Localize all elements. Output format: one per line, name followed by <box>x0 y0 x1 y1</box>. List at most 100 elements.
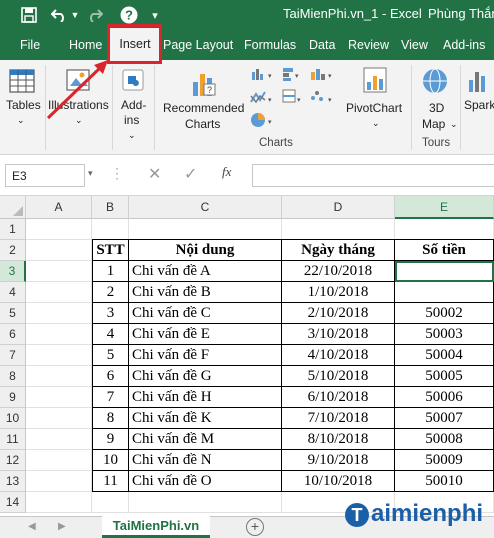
tab-file[interactable]: File <box>20 38 40 52</box>
tables-button[interactable]: Tables ⌄ <box>0 60 44 155</box>
redo-icon[interactable] <box>86 0 104 30</box>
tab-view[interactable]: View <box>401 38 428 52</box>
select-all-corner[interactable] <box>0 196 26 219</box>
table-row[interactable]: Chi vấn đề O <box>129 471 282 492</box>
table-row[interactable]: 4/10/2018 <box>282 345 395 366</box>
enter-icon[interactable]: ✓ <box>184 164 197 184</box>
undo-dropdown-icon[interactable]: ▼ <box>70 0 80 30</box>
sheet-tab-active[interactable]: TaiMienPhi.vn <box>102 516 210 538</box>
table-row[interactable]: 50006 <box>395 387 494 408</box>
table-row[interactable]: 1 <box>92 261 129 282</box>
table-row[interactable] <box>395 282 494 303</box>
row-header[interactable]: 7 <box>0 345 26 366</box>
table-row[interactable]: 9/10/2018 <box>282 450 395 471</box>
table-row[interactable]: 10/10/2018 <box>282 471 395 492</box>
table-row[interactable]: 3/10/2018 <box>282 324 395 345</box>
table-row[interactable]: 8 <box>92 408 129 429</box>
column-header-b[interactable]: B <box>92 196 129 219</box>
table-row[interactable]: 50009 <box>395 450 494 471</box>
column-header-c[interactable]: C <box>129 196 282 219</box>
user-name[interactable]: Phùng Thắn <box>428 6 494 21</box>
charts-icon-grid[interactable]: ▾ ▾ ▾ ▾ ▾ ▾ ▾ <box>249 66 339 134</box>
cell[interactable] <box>26 282 92 303</box>
table-row[interactable]: 4 <box>92 324 129 345</box>
table-row[interactable]: 7 <box>92 387 129 408</box>
cell[interactable] <box>26 408 92 429</box>
tab-review[interactable]: Review <box>348 38 389 52</box>
table-row[interactable]: 50005 <box>395 366 494 387</box>
row-header-active[interactable]: 3 <box>0 261 26 282</box>
row-header[interactable]: 11 <box>0 429 26 450</box>
selected-cell-e3[interactable] <box>395 261 494 282</box>
table-row[interactable]: 50008 <box>395 429 494 450</box>
table-header-ngay-thang[interactable]: Ngày tháng <box>282 239 395 261</box>
save-icon[interactable] <box>18 0 40 30</box>
cell[interactable] <box>26 324 92 345</box>
name-box-dropdown-icon[interactable]: ▾ <box>88 168 93 179</box>
table-row[interactable]: 50002 <box>395 303 494 324</box>
tab-home[interactable]: Home <box>69 38 102 52</box>
table-row[interactable]: Chi vấn đề C <box>129 303 282 324</box>
table-row[interactable]: 5/10/2018 <box>282 366 395 387</box>
formula-input[interactable] <box>252 164 494 187</box>
insert-function-icon[interactable]: fx <box>222 164 231 180</box>
table-header-stt[interactable]: STT <box>92 239 129 261</box>
tab-add-ins[interactable]: Add-ins <box>443 38 485 52</box>
column-header-e[interactable]: E <box>395 196 494 219</box>
table-row[interactable]: 50010 <box>395 471 494 492</box>
cell[interactable] <box>282 219 395 240</box>
name-box[interactable]: E3 <box>5 164 85 187</box>
tab-data[interactable]: Data <box>309 38 335 52</box>
add-sheet-icon[interactable]: + <box>246 518 264 536</box>
table-row[interactable]: Chi vấn đề E <box>129 324 282 345</box>
row-header[interactable]: 13 <box>0 471 26 492</box>
table-row[interactable]: 8/10/2018 <box>282 429 395 450</box>
table-row[interactable]: Chi vấn đề G <box>129 366 282 387</box>
table-row[interactable]: 7/10/2018 <box>282 408 395 429</box>
row-header[interactable]: 1 <box>0 219 26 240</box>
cell[interactable] <box>26 429 92 450</box>
table-row[interactable]: 2/10/2018 <box>282 303 395 324</box>
row-header[interactable]: 9 <box>0 387 26 408</box>
row-header[interactable]: 4 <box>0 282 26 303</box>
table-row[interactable]: 50004 <box>395 345 494 366</box>
undo-icon[interactable] <box>50 0 68 30</box>
row-header[interactable]: 5 <box>0 303 26 324</box>
table-row[interactable]: Chi vấn đề B <box>129 282 282 303</box>
cell[interactable] <box>26 471 92 492</box>
table-row[interactable]: Chi vấn đề M <box>129 429 282 450</box>
cell[interactable] <box>92 492 129 513</box>
table-row[interactable]: 22/10/2018 <box>282 261 395 282</box>
cell[interactable] <box>26 345 92 366</box>
cell[interactable] <box>26 303 92 324</box>
table-row[interactable]: 50003 <box>395 324 494 345</box>
cell[interactable] <box>26 219 92 240</box>
cell[interactable] <box>26 240 92 261</box>
cell[interactable] <box>26 450 92 471</box>
row-header[interactable]: 8 <box>0 366 26 387</box>
table-row[interactable]: 10 <box>92 450 129 471</box>
cell[interactable] <box>26 492 92 513</box>
sparklines-button[interactable]: Spark <box>461 60 494 155</box>
column-header-d[interactable]: D <box>282 196 395 219</box>
cell[interactable] <box>395 219 494 240</box>
cell[interactable] <box>129 492 282 513</box>
table-row[interactable]: Chi vấn đề N <box>129 450 282 471</box>
tab-formulas[interactable]: Formulas <box>244 38 296 52</box>
cell[interactable] <box>26 387 92 408</box>
table-header-noi-dung[interactable]: Nội dung <box>129 239 282 261</box>
scroll-right-icon[interactable]: ▶ <box>58 521 66 532</box>
row-header[interactable]: 2 <box>0 240 26 261</box>
row-header[interactable]: 14 <box>0 492 26 513</box>
table-row[interactable]: Chi vấn đề A <box>129 261 282 282</box>
tab-page-layout[interactable]: Page Layout <box>163 38 233 52</box>
cell[interactable] <box>26 366 92 387</box>
cancel-icon[interactable]: ✕ <box>148 164 161 184</box>
cell[interactable] <box>92 219 129 240</box>
recommended-charts-button[interactable]: ? Recommended Charts <box>158 60 246 155</box>
table-row[interactable]: 50007 <box>395 408 494 429</box>
table-row[interactable]: 6 <box>92 366 129 387</box>
table-row[interactable]: 2 <box>92 282 129 303</box>
cell[interactable] <box>129 219 282 240</box>
cell[interactable] <box>26 261 92 282</box>
